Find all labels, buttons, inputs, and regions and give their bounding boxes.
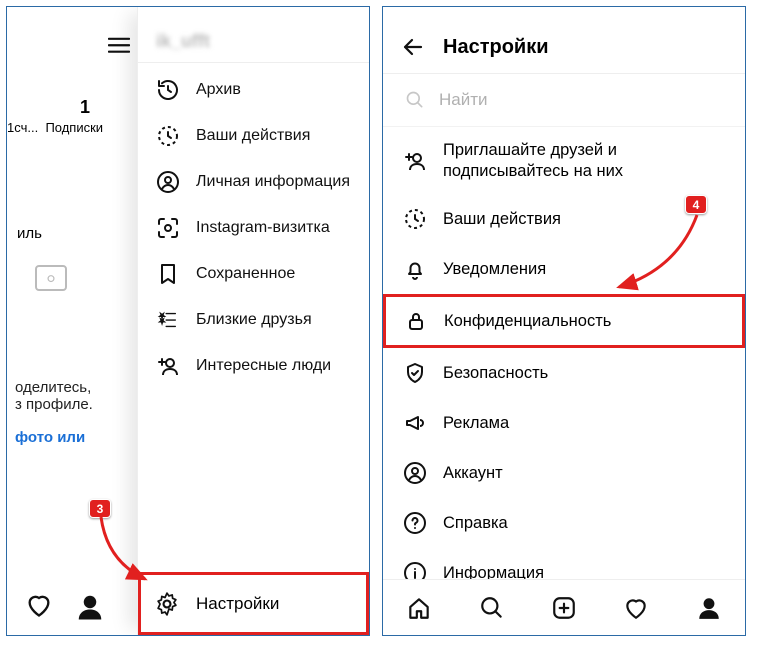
profile-stats: 1 1сч... Подписки <box>7 97 103 135</box>
menu-label: Личная информация <box>196 173 350 191</box>
divider <box>138 62 369 63</box>
menu-item-personal-info[interactable]: Личная информация <box>138 159 369 205</box>
menu-item-discover-people[interactable]: Интересные люди <box>138 343 369 389</box>
menu-item-nametag[interactable]: Instagram-визитка <box>138 205 369 251</box>
menu-item-settings[interactable]: Настройки <box>138 572 369 635</box>
menu-label: Настройки <box>196 594 279 614</box>
lock-icon <box>404 309 428 333</box>
drawer-username: ik_ufft <box>138 23 369 56</box>
history-icon <box>156 78 180 102</box>
settings-label: Аккаунт <box>443 464 503 483</box>
menu-label: Интересные люди <box>196 357 331 375</box>
profile-tab-icon[interactable] <box>696 595 722 621</box>
megaphone-icon <box>403 411 427 435</box>
search-input[interactable]: Найти <box>383 74 745 127</box>
back-icon[interactable] <box>401 35 425 59</box>
bottom-nav <box>383 579 745 635</box>
side-drawer: ik_ufft Архив Ваши действия Личная инфор… <box>137 7 369 635</box>
gear-icon <box>154 591 180 617</box>
activity-icon <box>156 124 180 148</box>
add-person-icon <box>403 149 427 173</box>
settings-item-account[interactable]: Аккаунт <box>383 448 745 498</box>
menu-item-close-friends[interactable]: Близкие друзья <box>138 297 369 343</box>
profile-tab-icon[interactable] <box>75 592 105 622</box>
share-photo-link[interactable]: фото или <box>15 429 85 446</box>
settings-item-security[interactable]: Безопасность <box>383 348 745 398</box>
settings-item-invite[interactable]: Приглашайте друзей и подписывайтесь на н… <box>383 127 745 194</box>
settings-label: Приглашайте друзей и подписывайтесь на н… <box>443 140 623 181</box>
callout-badge-3: 3 <box>89 499 111 518</box>
menu-label: Близкие друзья <box>196 311 312 329</box>
share-text-line2: з профиле. <box>15 396 93 413</box>
settings-item-ads[interactable]: Реклама <box>383 398 745 448</box>
activity-tab-icon[interactable] <box>623 595 649 621</box>
starlist-icon <box>156 308 180 332</box>
bell-icon <box>403 257 427 281</box>
qr-icon <box>156 216 180 240</box>
settings-label: Уведомления <box>443 260 546 279</box>
settings-item-privacy[interactable]: Конфиденциальность <box>383 294 745 348</box>
invite-line2: подписывайтесь на них <box>443 162 623 180</box>
settings-label: Реклама <box>443 414 509 433</box>
person-circle-icon <box>156 170 180 194</box>
search-icon <box>405 90 425 110</box>
activity-icon <box>403 207 427 231</box>
page-title: Настройки <box>443 36 549 59</box>
menu-label: Instagram-визитка <box>196 219 330 237</box>
home-tab-icon[interactable] <box>406 595 432 621</box>
share-text-line1: оделитесь, <box>15 379 93 396</box>
person-circle-icon <box>403 461 427 485</box>
menu-item-archive[interactable]: Архив <box>138 67 369 113</box>
search-placeholder: Найти <box>439 90 488 110</box>
like-tab-icon[interactable] <box>25 591 53 619</box>
left-phone-frame: 1 1сч... Подписки иль оделитесь, з профи… <box>6 6 370 636</box>
shield-icon <box>403 361 427 385</box>
callout-badge-4: 4 <box>685 195 707 214</box>
add-person-icon <box>156 354 180 378</box>
menu-item-saved[interactable]: Сохраненное <box>138 251 369 297</box>
subscriptions-count: 1 <box>67 97 103 118</box>
subscriptions-label: Подписки <box>45 120 103 135</box>
menu-label: Архив <box>196 81 241 99</box>
bookmark-icon <box>156 262 180 286</box>
help-icon <box>403 511 427 535</box>
profile-tab-fragment: иль <box>17 225 42 242</box>
camera-placeholder-icon <box>35 265 67 291</box>
settings-label: Конфиденциальность <box>444 312 611 331</box>
settings-item-help[interactable]: Справка <box>383 498 745 548</box>
new-post-tab-icon[interactable] <box>551 595 577 621</box>
settings-header: Настройки <box>383 7 745 74</box>
settings-item-notifications[interactable]: Уведомления <box>383 244 745 294</box>
settings-label: Ваши действия <box>443 210 561 229</box>
hamburger-icon[interactable] <box>108 37 130 55</box>
share-text: оделитесь, з профиле. <box>15 379 93 413</box>
settings-label: Безопасность <box>443 364 548 383</box>
menu-item-activity[interactable]: Ваши действия <box>138 113 369 159</box>
settings-label: Справка <box>443 514 508 533</box>
search-tab-icon[interactable] <box>479 595 505 621</box>
menu-label: Сохраненное <box>196 265 295 283</box>
invite-line1: Приглашайте друзей и <box>443 141 617 159</box>
menu-label: Ваши действия <box>196 127 310 145</box>
stats-prefix: 1сч... <box>7 120 38 135</box>
right-phone-frame: Настройки Найти Приглашайте друзей и под… <box>382 6 746 636</box>
